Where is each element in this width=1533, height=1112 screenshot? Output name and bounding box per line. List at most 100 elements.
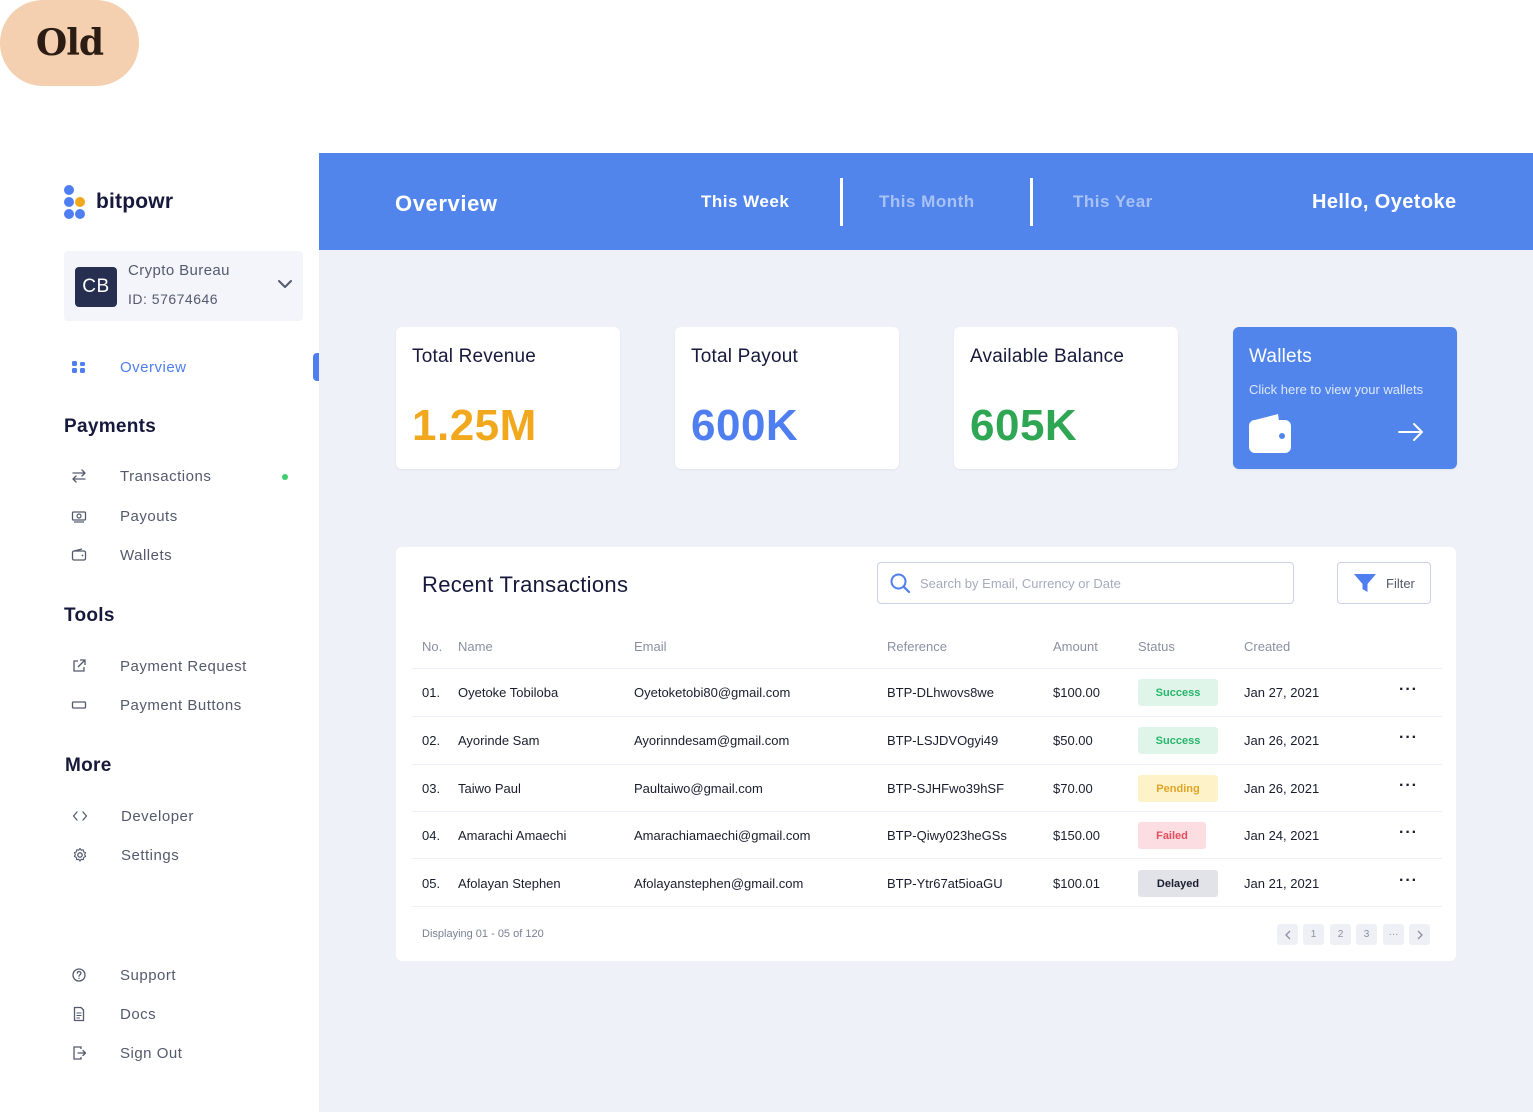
cell-email: Paultaiwo@gmail.com [634, 781, 763, 796]
stat-title: Total Payout [691, 346, 798, 367]
overview-icon [70, 358, 88, 376]
transfer-icon [70, 467, 88, 485]
sidebar-item-label: Support [120, 966, 177, 984]
stat-value: 605K [970, 401, 1078, 450]
chevron-right-icon [1417, 930, 1423, 939]
section-title-payments: Payments [64, 416, 157, 437]
cell-no: 02. [422, 733, 441, 748]
row-menu-button[interactable]: ··· [1399, 824, 1418, 842]
column-header-reference: Reference [887, 639, 947, 654]
sidebar-item-label: Docs [120, 1005, 157, 1023]
tab-this-week[interactable]: This Week [701, 192, 789, 212]
cell-name: Oyetoke Tobiloba [458, 685, 559, 700]
cell-reference: BTP-LSJDVOgyi49 [887, 733, 999, 748]
gear-icon [71, 846, 89, 864]
sidebar-item-wallets[interactable]: Wallets [70, 546, 172, 564]
cell-created: Jan 24, 2021 [1244, 828, 1320, 843]
sidebar-item-label: Payouts [120, 507, 178, 525]
sidebar-item-sign-out[interactable]: Sign Out [70, 1044, 182, 1062]
external-link-icon [70, 657, 88, 675]
cell-reference: BTP-SJHFwo39hSF [887, 781, 1005, 796]
cell-created: Jan 27, 2021 [1244, 685, 1320, 700]
status-badge: Failed [1138, 822, 1206, 849]
old-badge: Old [0, 0, 139, 86]
row-menu-button[interactable]: ··· [1399, 872, 1418, 890]
brand-logo[interactable]: bitpowr [64, 185, 173, 219]
cell-name: Amarachi Amaechi [458, 828, 567, 843]
tab-this-year[interactable]: This Year [1073, 192, 1153, 212]
tab-this-month[interactable]: This Month [879, 192, 975, 212]
sidebar-item-payment-buttons[interactable]: Payment Buttons [70, 696, 242, 714]
row-menu-button[interactable]: ··· [1399, 777, 1418, 795]
pagination-page-2[interactable]: 2 [1330, 924, 1351, 945]
cell-no: 04. [422, 828, 441, 843]
sidebar-item-label: Payment Request [120, 657, 247, 675]
sidebar-item-overview[interactable]: Overview [70, 358, 187, 376]
sign-out-icon [70, 1044, 88, 1062]
cell-amount: $100.01 [1053, 876, 1100, 891]
column-header-email: Email [634, 639, 667, 654]
wallet-icon [1249, 414, 1291, 453]
cell-email: Ayorinndesam@gmail.com [634, 733, 790, 748]
search-icon [890, 573, 911, 594]
stat-card-total-payout: Total Payout 600K [675, 327, 899, 469]
pagination-page-3[interactable]: 3 [1356, 924, 1377, 945]
status-badge: Pending [1138, 775, 1218, 802]
payout-icon [70, 507, 88, 525]
cell-no: 05. [422, 876, 441, 891]
search-input[interactable] [920, 575, 1280, 591]
row-divider [412, 906, 1442, 907]
cell-no: 01. [422, 685, 441, 700]
row-menu-button[interactable]: ··· [1399, 729, 1418, 747]
search-box[interactable] [877, 562, 1294, 604]
wallets-card-title: Wallets [1249, 346, 1312, 367]
sidebar-item-label: Overview [120, 358, 187, 376]
row-divider [412, 668, 1442, 669]
tab-divider [840, 178, 843, 226]
section-title-tools: Tools [64, 605, 115, 626]
cell-email: Amarachiamaechi@gmail.com [634, 828, 811, 843]
cell-reference: BTP-DLhwovs8we [887, 685, 994, 700]
stat-card-total-revenue: Total Revenue 1.25M [396, 327, 620, 469]
cell-created: Jan 26, 2021 [1244, 781, 1320, 796]
filter-icon [1354, 574, 1376, 592]
cell-email: Afolayanstephen@gmail.com [634, 876, 804, 891]
account-switcher[interactable]: CB Crypto Bureau ID: 57674646 [64, 251, 303, 321]
sidebar-item-payouts[interactable]: Payouts [70, 507, 178, 525]
stat-card-available-balance: Available Balance 605K [954, 327, 1178, 469]
pagination-page-1[interactable]: 1 [1303, 924, 1324, 945]
cell-amount: $150.00 [1053, 828, 1100, 843]
status-badge: Delayed [1138, 870, 1218, 897]
column-header-created: Created [1244, 639, 1291, 654]
filter-button[interactable]: Filter [1337, 562, 1431, 604]
cell-amount: $50.00 [1053, 733, 1093, 748]
wallets-card[interactable]: Wallets Click here to view your wallets [1233, 327, 1457, 469]
sidebar-item-developer[interactable]: Developer [71, 807, 194, 825]
sidebar-item-payment-request[interactable]: Payment Request [70, 657, 247, 675]
pagination-more[interactable]: ··· [1383, 924, 1404, 945]
document-icon [70, 1005, 88, 1023]
sidebar-item-label: Developer [121, 807, 194, 825]
sidebar-item-label: Settings [121, 846, 180, 864]
sidebar-item-docs[interactable]: Docs [70, 1005, 156, 1023]
stat-value: 600K [691, 401, 799, 450]
column-header-no: No. [422, 639, 443, 654]
pagination-summary: Displaying 01 - 05 of 120 [422, 928, 544, 940]
cell-reference: BTP-Qiwy023heGSs [887, 828, 1007, 843]
cell-created: Jan 21, 2021 [1244, 876, 1320, 891]
column-header-name: Name [458, 639, 493, 654]
pagination-prev-button[interactable] [1277, 924, 1298, 945]
stat-value: 1.25M [412, 401, 537, 450]
row-divider [412, 764, 1442, 765]
row-menu-button[interactable]: ··· [1399, 681, 1418, 699]
row-divider [412, 811, 1442, 812]
sidebar-item-transactions[interactable]: Transactions [70, 467, 211, 485]
sidebar-item-support[interactable]: Support [70, 966, 176, 984]
column-header-amount: Amount [1053, 639, 1098, 654]
sidebar-item-settings[interactable]: Settings [71, 846, 179, 864]
filter-label: Filter [1386, 575, 1415, 591]
cell-amount: $100.00 [1053, 685, 1100, 700]
wallet-icon [70, 546, 88, 564]
pagination-next-button[interactable] [1409, 924, 1430, 945]
sidebar-item-label: Sign Out [120, 1044, 183, 1062]
